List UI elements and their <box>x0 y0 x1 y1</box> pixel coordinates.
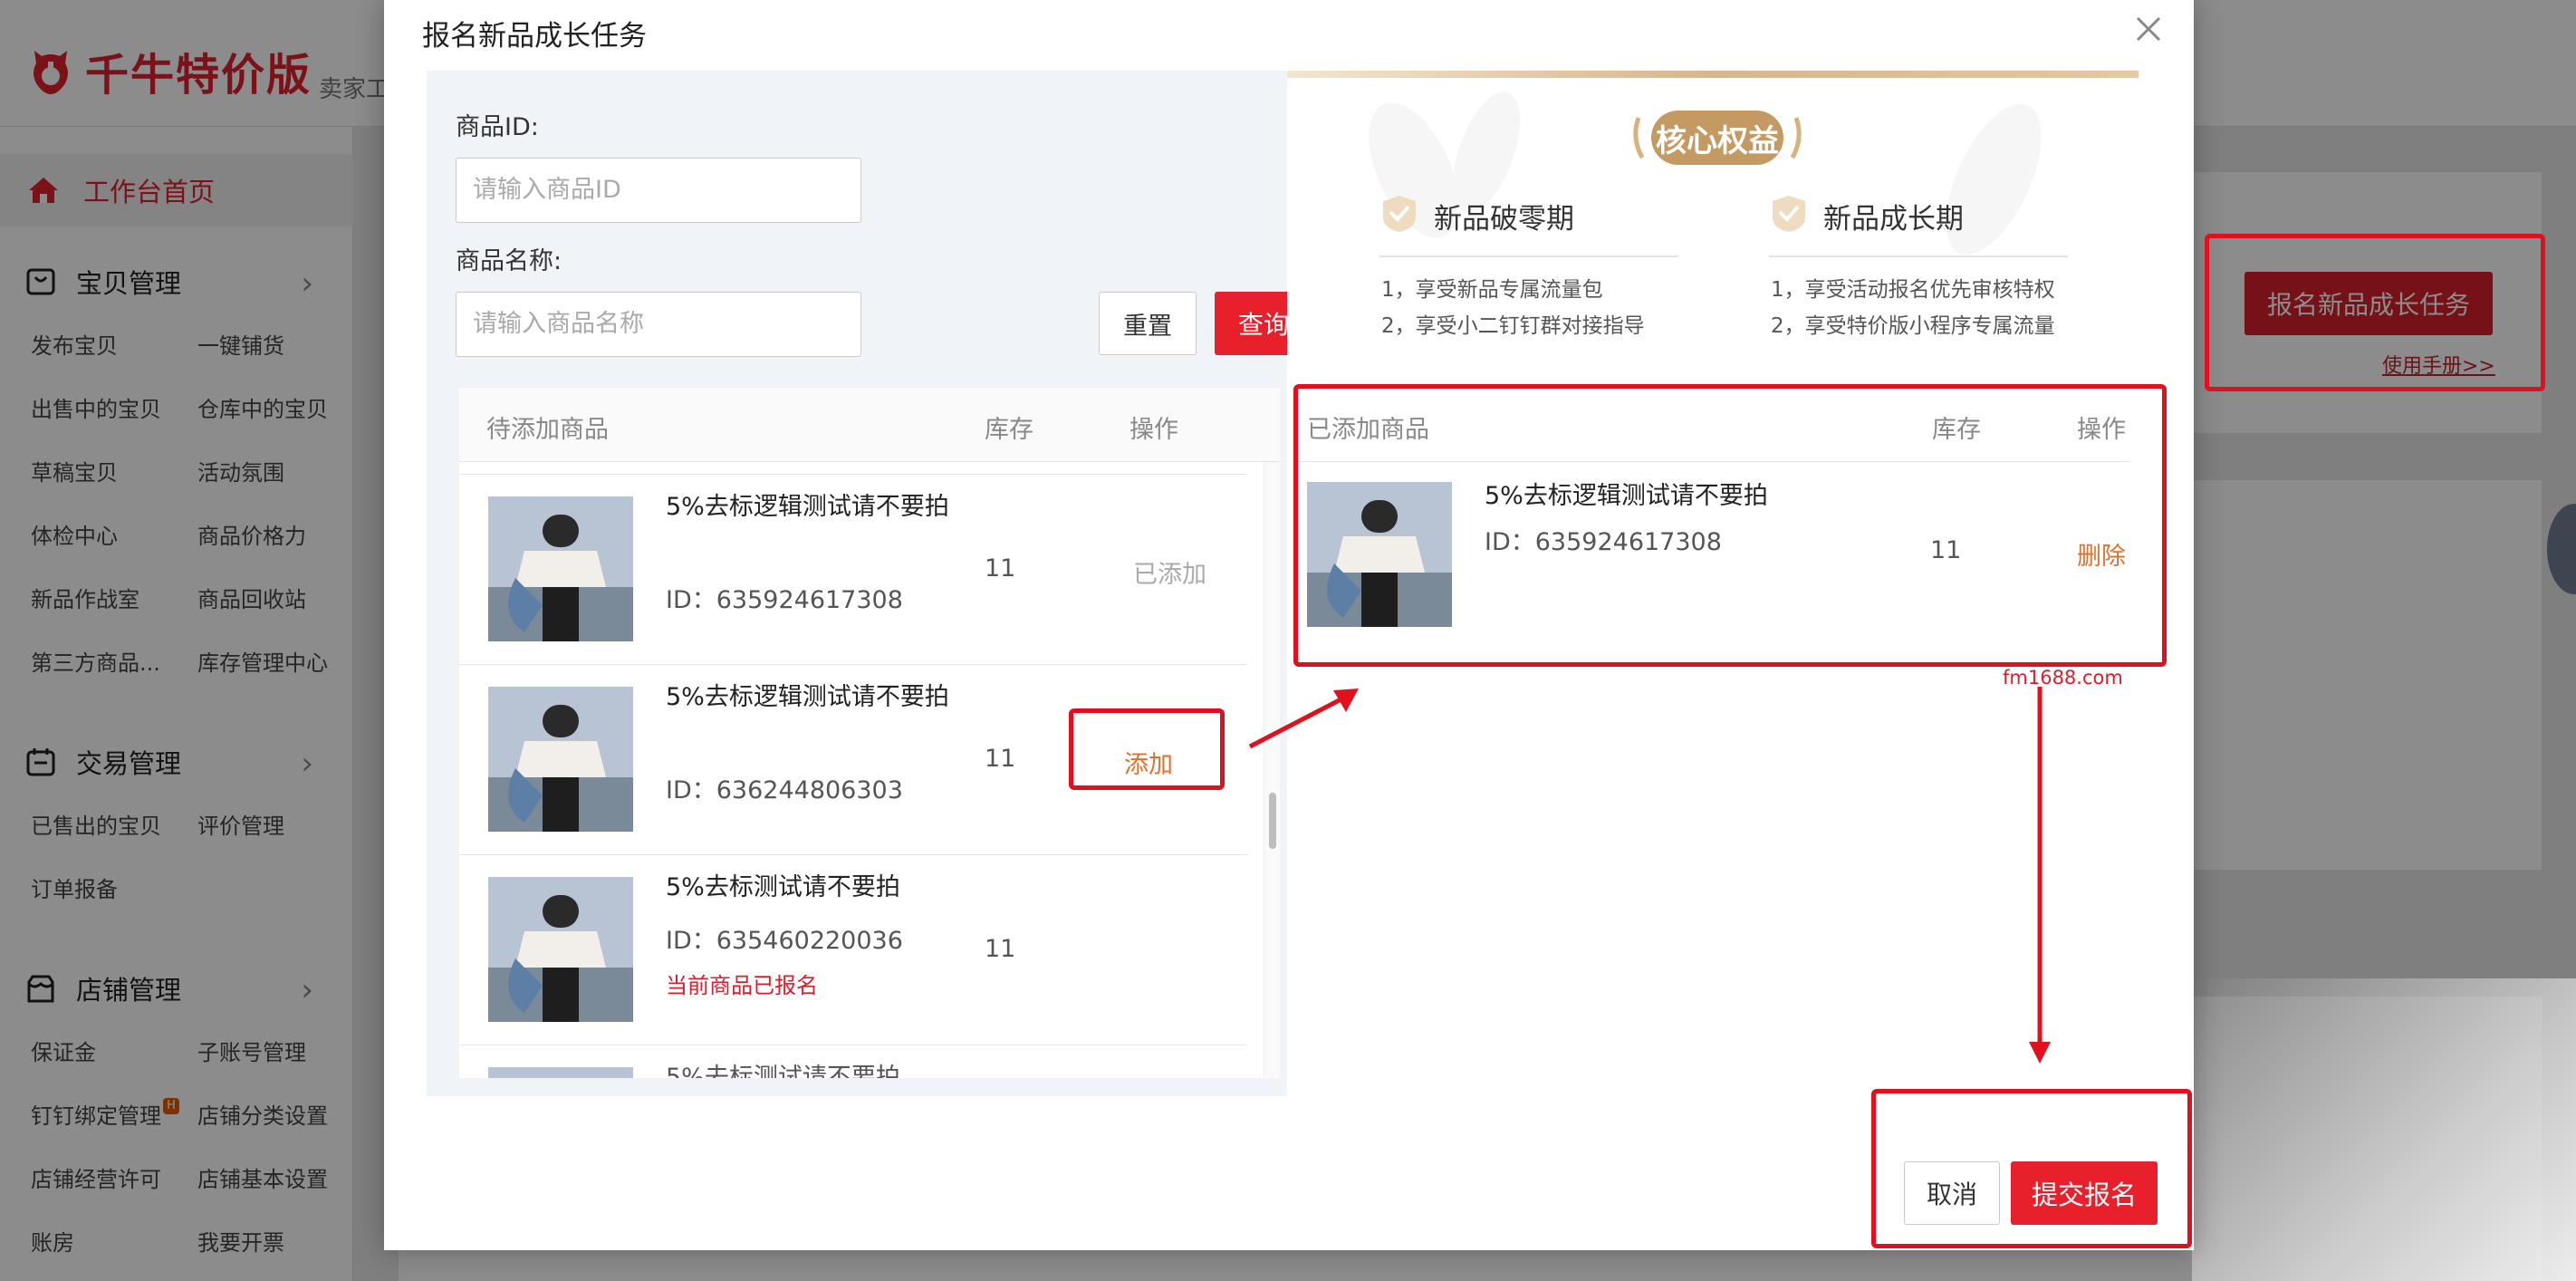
product-id: ID：635924617308 <box>666 586 903 614</box>
table-row: 5%去标测试请不要拍 <box>459 1045 1247 1078</box>
product-name: 5%去标逻辑测试请不要拍 <box>666 683 949 711</box>
close-icon[interactable] <box>2130 11 2167 47</box>
column-header-product: 待添加商品 <box>486 416 609 444</box>
product-stock: 11 <box>985 745 1016 773</box>
check-shield-icon <box>1383 196 1416 232</box>
product-name: 5%去标逻辑测试请不要拍 <box>666 493 949 521</box>
product-id: ID：635460220036 <box>666 927 903 955</box>
benefit-title: 新品成长期 <box>1823 203 1964 236</box>
annotation-box <box>1293 384 2167 667</box>
divider <box>1379 255 1678 257</box>
benefit-title: 新品破零期 <box>1434 203 1574 236</box>
annotation-box <box>1069 708 1225 790</box>
product-thumbnail <box>488 496 633 641</box>
table-row: 5%去标逻辑测试请不要拍 ID：635924617308 11 已添加 <box>459 475 1247 665</box>
overlay-fade <box>2192 978 2576 1281</box>
already-registered-warning: 当前商品已报名 <box>666 973 818 998</box>
benefit-line: 2，享受小二钉钉群对接指导 <box>1381 314 1645 338</box>
benefit-line: 1，享受新品专属流量包 <box>1381 278 1603 302</box>
product-id-label: 商品ID: <box>456 113 539 141</box>
annotation-box <box>1871 1089 2192 1248</box>
column-header-action: 操作 <box>1129 416 1178 444</box>
product-name: 5%去标测试请不要拍 <box>666 1064 900 1078</box>
watermark-text: fm1688.com <box>2003 667 2123 689</box>
product-stock: 11 <box>985 935 1016 963</box>
check-shield-icon <box>1773 196 1805 232</box>
product-name-label: 商品名称: <box>456 247 562 275</box>
product-id-input[interactable]: 请输入商品ID <box>456 158 861 223</box>
benefit-line: 1，享受活动报名优先审核特权 <box>1771 278 2055 302</box>
pending-table-header: 待添加商品 库存 操作 <box>459 388 1280 462</box>
product-id: ID：636244806303 <box>666 776 903 804</box>
core-benefits-label: 核心权益 <box>1656 122 1779 159</box>
gold-accent-bar <box>1287 71 2139 78</box>
product-thumbnail <box>488 687 633 832</box>
divider <box>1769 255 2068 257</box>
core-benefits-badge: 核心权益 <box>1631 105 1803 170</box>
scrollbar-thumb[interactable] <box>1269 793 1276 849</box>
benefit-line: 2，享受特价版小程序专属流量 <box>1771 314 2055 338</box>
pending-products-pane: 商品ID: 请输入商品ID 商品名称: 请输入商品名称 重置 查询 待添加商品 … <box>427 71 1312 1096</box>
added-status: 已添加 <box>1133 561 1206 589</box>
product-thumbnail <box>488 1067 633 1078</box>
product-name: 5%去标测试请不要拍 <box>666 873 900 901</box>
product-stock: 11 <box>985 554 1016 583</box>
row-edge <box>459 462 1247 475</box>
reset-button[interactable]: 重置 <box>1099 292 1197 355</box>
scrollbar-track[interactable] <box>1264 462 1280 1078</box>
modal-title: 报名新品成长任务 <box>422 20 647 53</box>
column-header-stock: 库存 <box>985 416 1033 444</box>
table-row: 5%去标测试请不要拍 ID：635460220036 当前商品已报名 11 <box>459 855 1247 1045</box>
annotation-box <box>2205 234 2545 391</box>
product-name-input[interactable]: 请输入商品名称 <box>456 292 861 357</box>
product-thumbnail <box>488 877 633 1022</box>
